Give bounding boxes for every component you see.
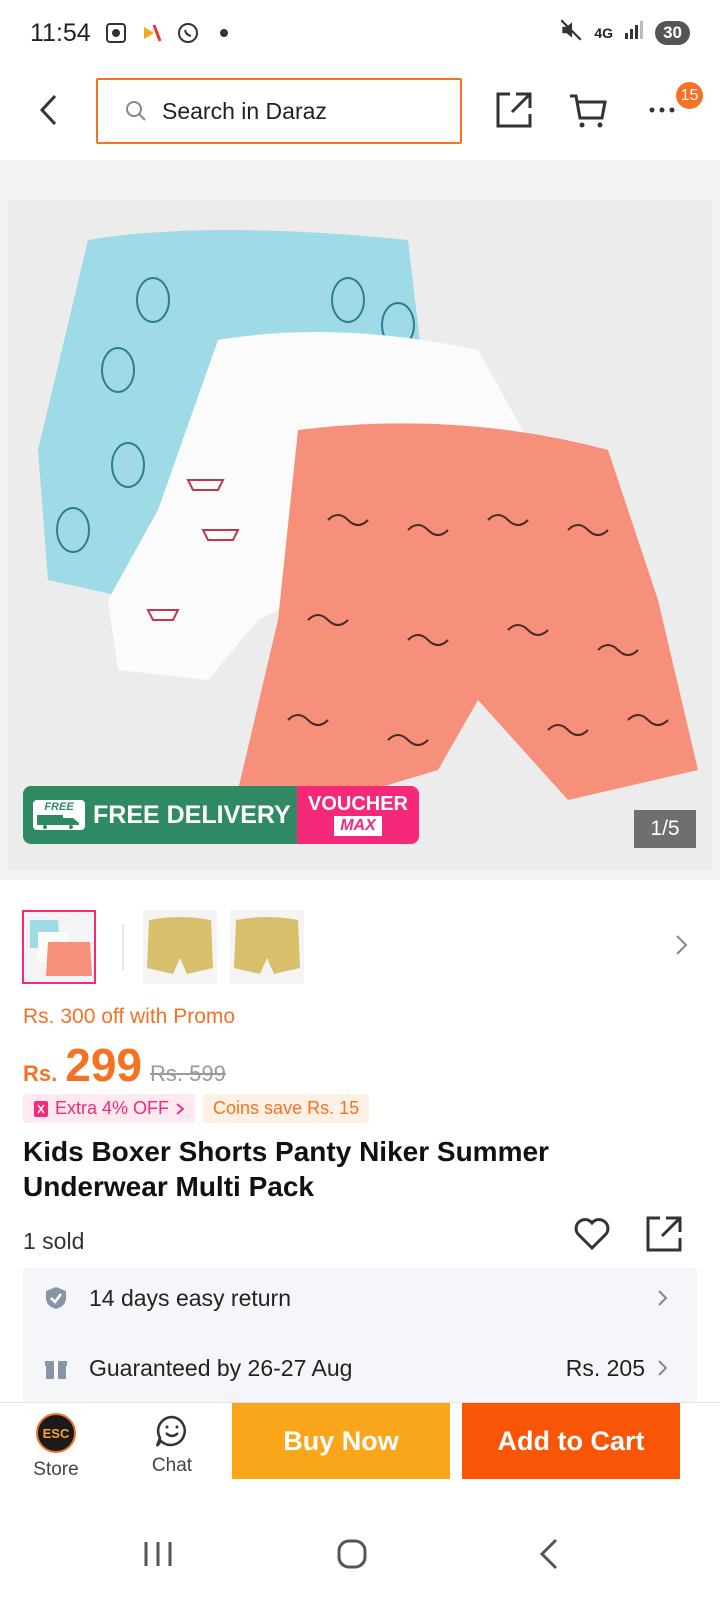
back-icon: [539, 1538, 558, 1570]
recent-apps-button[interactable]: [138, 1534, 178, 1574]
voucher-max-badge: VOUCHER MAX: [297, 786, 419, 844]
cart-button[interactable]: [568, 90, 608, 130]
thumbnail-next-button[interactable]: [674, 932, 694, 962]
shorts-illustration: [38, 230, 698, 800]
promo-banner[interactable]: FREE FREE DELIVERY VOUCHER MAX: [23, 786, 419, 844]
free-delivery-text: FREE DELIVERY: [93, 800, 291, 829]
extra-off-tag[interactable]: Extra 4% OFF: [23, 1094, 196, 1123]
status-bar: 11:54 4G 30: [0, 0, 720, 66]
chevron-right-icon: [676, 935, 688, 955]
coins-save-tag[interactable]: Coins save Rs. 15: [203, 1094, 370, 1123]
more-dots-icon: [649, 107, 675, 113]
product-share-button[interactable]: [644, 1214, 684, 1254]
search-input[interactable]: Search in Daraz: [96, 78, 462, 144]
service-info-box: 14 days easy return Guaranteed by 26-27 …: [23, 1268, 697, 1404]
chevron-right-icon: [658, 1360, 668, 1376]
mute-icon: [558, 17, 584, 50]
thumbnail-divider: [122, 924, 124, 970]
chevron-right-icon: [658, 1290, 668, 1306]
dot-icon: [211, 20, 237, 46]
voucher-text: VOUCHER: [307, 793, 408, 815]
price-row: Rs. 299 Rs. 599: [23, 1038, 226, 1092]
gift-icon: [45, 1361, 67, 1379]
price-tags: Extra 4% OFF Coins save Rs. 15: [23, 1094, 370, 1123]
whatsapp-icon: [175, 20, 201, 46]
voucher-icon: [34, 1100, 48, 1117]
network-label: 4G: [594, 25, 614, 41]
system-back-button[interactable]: [530, 1534, 570, 1574]
thumbnail-strip: [0, 900, 720, 992]
product-photo[interactable]: [8, 200, 712, 870]
chat-icon: [155, 1415, 186, 1447]
image-page-indicator: 1/5: [634, 810, 696, 848]
system-nav-bar: [0, 1506, 720, 1600]
truck-icon: FREE: [33, 800, 85, 830]
system-icons: 4G 30: [558, 17, 690, 50]
sold-count: 1 sold: [23, 1228, 85, 1254]
delivery-label: Guaranteed by 26-27 Aug: [89, 1354, 353, 1381]
chat-label: Chat: [151, 1455, 193, 1476]
thumbnail-2[interactable]: [143, 910, 217, 984]
price-currency: Rs.: [23, 1061, 58, 1086]
shield-check-icon: [46, 1287, 66, 1309]
store-button[interactable]: ESC Store: [24, 1413, 88, 1493]
wishlist-button[interactable]: [572, 1214, 612, 1254]
search-icon: [124, 98, 150, 124]
delivery-fee: Rs. 205: [565, 1354, 645, 1381]
product-title: Kids Boxer Shorts Panty Niker Summer Und…: [23, 1136, 549, 1202]
thumbnail-3[interactable]: [230, 910, 304, 984]
original-price: Rs. 599: [150, 1061, 226, 1086]
extra-off-text: Extra 4% OFF: [55, 1098, 170, 1118]
store-logo: ESC: [36, 1413, 76, 1453]
notification-icons: [103, 20, 237, 46]
share-icon: [646, 1216, 682, 1252]
voucher-max-text: MAX: [334, 816, 382, 836]
buy-now-button[interactable]: Buy Now: [232, 1403, 450, 1479]
thumbnail-1[interactable]: [22, 910, 96, 984]
product-gallery[interactable]: FREE FREE DELIVERY VOUCHER MAX 1/5: [0, 160, 720, 880]
bottom-action-bar: ESC Store Chat Buy Now Add to Cart: [0, 1402, 720, 1506]
share-icon: [496, 92, 532, 128]
chat-button[interactable]: Chat: [140, 1413, 204, 1493]
home-icon: [337, 1539, 367, 1569]
easy-return-label: 14 days easy return: [89, 1284, 292, 1311]
recent-apps-icon: [144, 1542, 172, 1566]
search-placeholder: Search in Daraz: [162, 97, 327, 124]
chevron-left-icon: [39, 94, 57, 126]
chevron-right-icon: [176, 1102, 185, 1115]
status-time: 11:54: [30, 18, 91, 47]
notification-badge: 15: [676, 82, 703, 109]
price-amount: 299: [65, 1039, 142, 1091]
easy-return-row[interactable]: 14 days easy return: [23, 1268, 697, 1328]
add-to-cart-button[interactable]: Add to Cart: [462, 1403, 680, 1479]
app-notification-icon: [139, 20, 165, 46]
free-delivery-badge: FREE FREE DELIVERY: [23, 786, 297, 844]
signal-icon: [623, 19, 645, 48]
top-header: Search in Daraz 15: [0, 66, 720, 160]
home-button[interactable]: [332, 1534, 372, 1574]
heart-icon: [574, 1218, 610, 1251]
back-button[interactable]: [30, 90, 66, 130]
promo-discount-text: Rs. 300 off with Promo: [23, 1005, 236, 1028]
battery-indicator: 30: [655, 21, 690, 45]
share-button[interactable]: [494, 90, 534, 130]
cart-icon: [570, 94, 607, 128]
delivery-row[interactable]: Guaranteed by 26-27 Aug Rs. 205: [23, 1338, 697, 1398]
store-label: Store: [33, 1459, 79, 1480]
screenshot-icon: [103, 20, 129, 46]
